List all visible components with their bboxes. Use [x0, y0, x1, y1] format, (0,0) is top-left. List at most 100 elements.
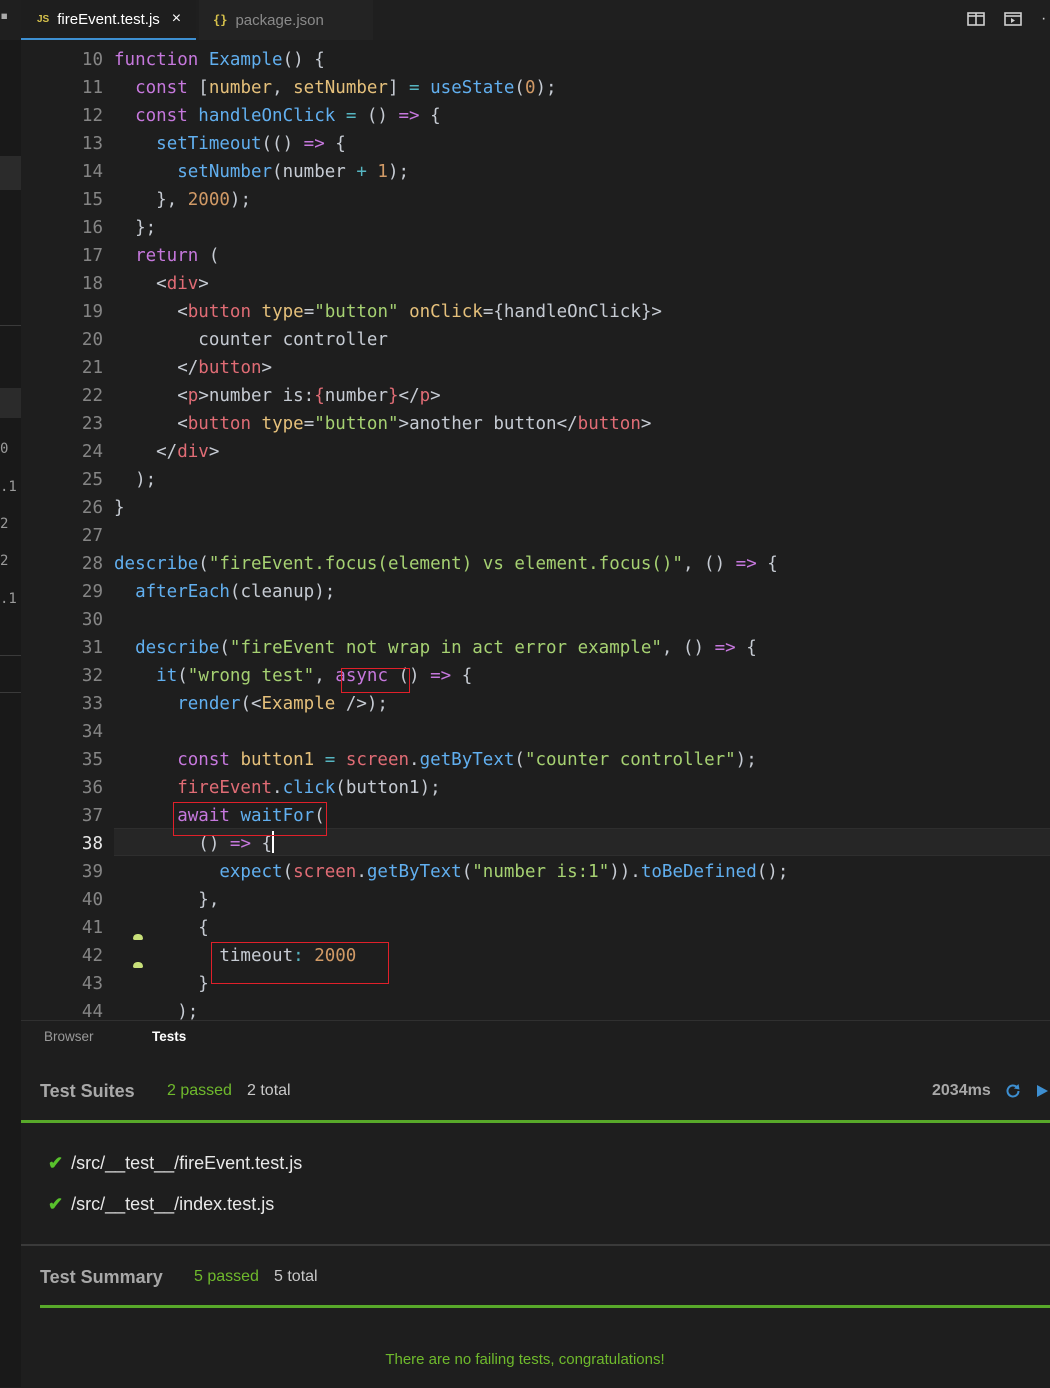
code-line[interactable]: 24 </div> [21, 438, 1050, 466]
code-line[interactable]: 27 [21, 522, 1050, 550]
code-line[interactable]: 19 <button type="button" onClick={handle… [21, 298, 1050, 326]
code-token: number [324, 386, 388, 406]
code-token: ( [198, 554, 209, 574]
breakpoint-hint-icon[interactable] [133, 934, 143, 940]
code-text: const handleOnClick = () => { [114, 102, 441, 130]
code-token: ( [177, 666, 188, 686]
code-text: } [114, 970, 209, 998]
open-preview-icon[interactable] [1004, 11, 1022, 27]
line-number: 29 [81, 582, 103, 602]
code-line[interactable]: 26} [21, 494, 1050, 522]
code-line[interactable]: 11 const [number, setNumber] = useState(… [21, 74, 1050, 102]
strip-selected-block [0, 156, 21, 190]
code-line[interactable]: 33 render(<Example />); [21, 690, 1050, 718]
code-line[interactable]: 10 function Example() { [21, 46, 1050, 74]
test-file-row[interactable]: ✔ /src/__test__/index.test.js [48, 1194, 274, 1215]
code-text: <button type="button" onClick={handleOnC… [114, 298, 662, 326]
code-text: setTimeout(() => { [114, 130, 346, 158]
code-text: <div> [114, 270, 209, 298]
code-line[interactable]: 43 } [21, 970, 1050, 998]
code-token: render [177, 694, 241, 714]
code-line[interactable]: 35 const button1 = screen.getByText("cou… [21, 746, 1050, 774]
line-number: 34 [81, 722, 103, 742]
code-token: ( [208, 246, 220, 266]
code-token: 1 [377, 162, 388, 182]
code-token: ); [535, 78, 557, 98]
code-token: < [114, 386, 188, 406]
code-line[interactable]: 29 afterEach(cleanup); [21, 578, 1050, 606]
code-line[interactable]: 44 ); [21, 998, 1050, 1020]
code-editor[interactable]: 10 function Example() {11 const [number, … [21, 40, 1050, 1020]
rerun-icon[interactable] [1004, 1082, 1022, 1100]
line-number: 37 [81, 806, 103, 826]
code-token: setNumber [177, 162, 273, 182]
code-token: ); [735, 750, 757, 770]
code-line[interactable]: 32 it("wrong test", async () => { [21, 662, 1050, 690]
tab-fireevent-test[interactable]: JS fireEvent.test.js × [21, 0, 196, 40]
code-line[interactable]: 16 }; [21, 214, 1050, 242]
strip-mark: .1 [0, 479, 17, 495]
code-line[interactable]: 25 ); [21, 466, 1050, 494]
code-token: expect [219, 862, 283, 882]
code-token: { [767, 554, 778, 574]
strip-divider [0, 692, 21, 693]
check-icon: ✔ [48, 1194, 64, 1214]
section-divider [21, 1244, 1050, 1246]
line-number: 23 [81, 414, 103, 434]
code-token: ); [114, 470, 157, 490]
code-line[interactable]: 20 counter controller [21, 326, 1050, 354]
code-line[interactable]: 18 <div> [21, 270, 1050, 298]
code-line[interactable]: 34 [21, 718, 1050, 746]
split-editor-icon[interactable] [967, 11, 985, 27]
code-line[interactable]: 23 <button type="button">another button<… [21, 410, 1050, 438]
code-token: . [409, 750, 420, 770]
code-token: () [114, 834, 230, 854]
line-number: 11 [81, 78, 103, 98]
code-line[interactable]: 31 describe("fireEvent not wrap in act e… [21, 634, 1050, 662]
code-line[interactable]: 42 timeout: 2000 [21, 942, 1050, 970]
summary-total-count: 5 total [274, 1268, 318, 1285]
code-line[interactable]: 41 { [21, 914, 1050, 942]
tab-browser[interactable]: Browser [44, 1029, 94, 1044]
code-token: "fireEvent.focus(element) vs element.foc… [208, 554, 683, 574]
code-token: = [303, 302, 315, 322]
code-line[interactable]: 14 setNumber(number + 1); [21, 158, 1050, 186]
code-token: , [272, 78, 294, 98]
tab-tests[interactable]: Tests [152, 1029, 186, 1044]
code-token: }, [114, 190, 188, 210]
close-icon[interactable]: × [172, 10, 181, 28]
code-line[interactable]: 28 describe("fireEvent.focus(element) vs … [21, 550, 1050, 578]
code-token: number [208, 78, 273, 98]
code-line[interactable]: 17 return ( [21, 242, 1050, 270]
more-actions-icon[interactable]: · [1041, 10, 1046, 28]
code-line[interactable]: 30 [21, 606, 1050, 634]
line-number: 36 [81, 778, 103, 798]
code-token: </ [114, 442, 178, 462]
test-file-row[interactable]: ✔ /src/__test__/fireEvent.test.js [48, 1153, 302, 1174]
code-token: () { [282, 50, 325, 70]
code-token: , () [661, 638, 715, 658]
test-suites-title: Test Suites [40, 1081, 135, 1101]
code-line[interactable]: 36 fireEvent.click(button1); [21, 774, 1050, 802]
code-token: = [324, 750, 346, 770]
code-token: => [735, 554, 768, 574]
code-text: render(<Example />); [114, 690, 388, 718]
run-icon[interactable] [1035, 1084, 1049, 1098]
activity-strip: ▪ 0 .1 2 2 .1 [0, 0, 22, 1387]
code-token: function [114, 50, 209, 70]
code-text: expect(screen.getByText("number is:1")).… [114, 858, 788, 886]
breakpoint-hint-icon[interactable] [133, 962, 143, 968]
check-icon: ✔ [48, 1153, 64, 1173]
code-line[interactable]: 12 const handleOnClick = () => { [21, 102, 1050, 130]
code-line[interactable]: 39 expect(screen.getByText("number is:1"… [21, 858, 1050, 886]
code-line[interactable]: 22 <p>number is:{number}</p> [21, 382, 1050, 410]
code-line[interactable]: 13 setTimeout(() => { [21, 130, 1050, 158]
code-line[interactable]: 15 }, 2000); [21, 186, 1050, 214]
menu-icon[interactable]: ▪ [0, 8, 21, 24]
line-number: 28 [81, 554, 103, 574]
code-line[interactable]: 40 }, [21, 886, 1050, 914]
code-line[interactable]: 21 </button> [21, 354, 1050, 382]
tab-package-json[interactable]: {} package.json [199, 0, 373, 40]
